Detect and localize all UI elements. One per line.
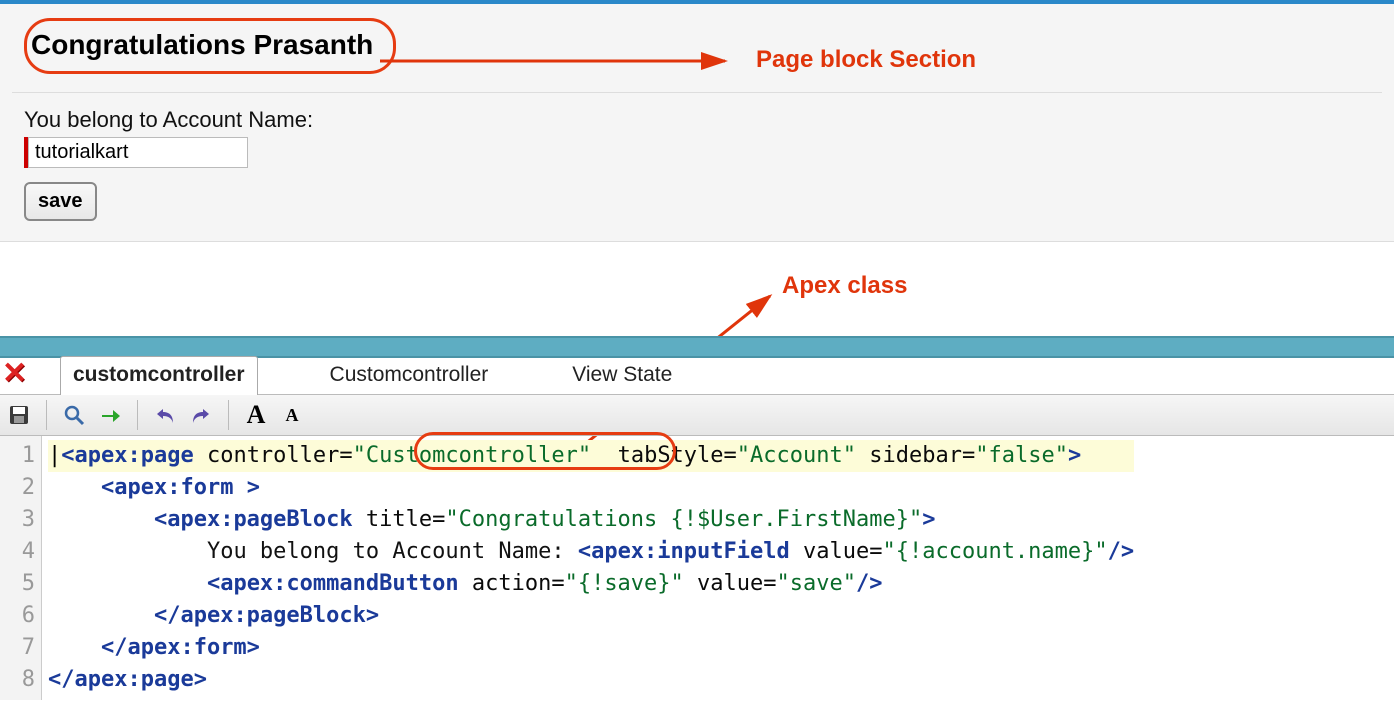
editor-toolbar: A A [0,394,1394,436]
code-line: </apex:form> [48,632,1134,664]
tab-customcontroller-page[interactable]: customcontroller [60,356,258,395]
undo-icon[interactable] [150,400,180,430]
code-line: <apex:form > [48,472,1134,504]
code-area[interactable]: |<apex:page controller="Customcontroller… [42,436,1134,700]
code-line: You belong to Account Name: <apex:inputF… [48,536,1134,568]
code-line: <apex:commandButton action="{!save}" val… [48,568,1134,600]
tab-view-state[interactable]: View State [560,357,684,395]
save-icon[interactable] [4,400,34,430]
code-line: |<apex:page controller="Customcontroller… [48,440,1134,472]
save-button[interactable]: save [24,182,97,221]
annotation-apex-class: Apex class [782,272,907,300]
code-line: <apex:pageBlock title="Congratulations {… [48,504,1134,536]
goto-icon[interactable] [95,400,125,430]
account-name-input[interactable] [28,137,248,168]
dev-header-band [0,336,1394,358]
font-decrease-icon[interactable]: A [277,400,307,430]
search-icon[interactable] [59,400,89,430]
close-icon[interactable]: ✕ [2,356,27,391]
pageblock-title: Congratulations Prasanth [24,18,396,74]
redo-icon[interactable] [186,400,216,430]
account-label: You belong to Account Name: [24,107,1394,133]
pageblock: Congratulations Prasanth You belong to A… [0,0,1394,242]
tab-customcontroller-class[interactable]: Customcontroller [318,357,501,395]
code-line: </apex:pageBlock> [48,600,1134,632]
annotation-pageblock: Page block Section [756,46,976,74]
font-increase-icon[interactable]: A [241,400,271,430]
line-gutter: 1 2 3 4 5 6 7 8 [0,436,42,700]
code-line: </apex:page> [48,664,1134,696]
